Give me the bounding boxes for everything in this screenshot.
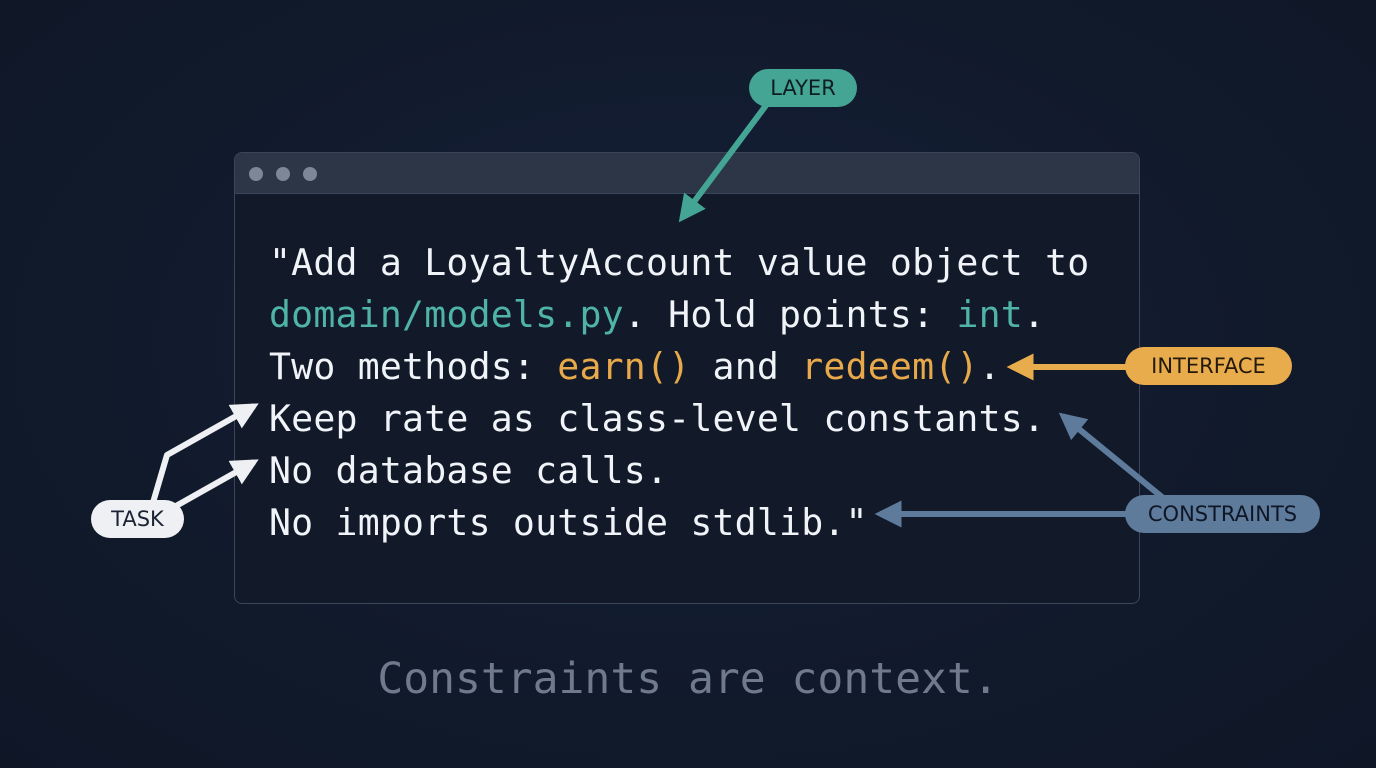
layer-label: LAYER [749,69,857,107]
tagline: Constraints are context. [377,654,999,704]
constraints-label: CONSTRAINTS [1125,495,1320,533]
constraints-arrow-upper [1058,412,1164,500]
interface-label: INTERFACE [1125,347,1292,385]
task-label: TASK [91,500,184,538]
task-arrow-lower [174,459,259,509]
layer-arrow [678,98,773,223]
